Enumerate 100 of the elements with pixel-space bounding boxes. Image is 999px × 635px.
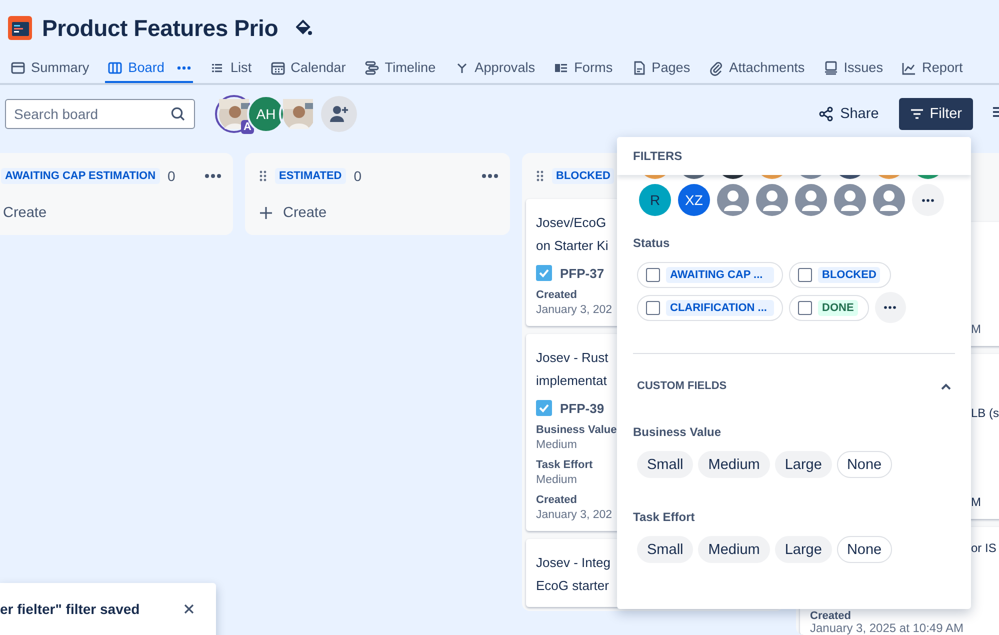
tab[interactable]: Calendar	[268, 54, 348, 83]
person-icon[interactable]	[873, 184, 905, 216]
option-chip[interactable]: Large	[774, 536, 832, 563]
share-icon	[818, 106, 834, 122]
change-icon-button[interactable]	[296, 19, 312, 37]
issue-title: Josev/EcoG on Starter Ki	[536, 214, 608, 255]
tab-icon	[364, 60, 380, 76]
field-label: Business Value	[632, 424, 722, 439]
tab-icon	[107, 60, 124, 76]
tab[interactable]: Report	[899, 54, 965, 83]
add-person-icon	[329, 105, 349, 123]
option-chip[interactable]: Medium	[698, 536, 770, 563]
section-label: Status	[632, 235, 671, 252]
more-icon	[177, 66, 192, 70]
issue-title: or IS	[971, 541, 996, 555]
issue-title: Josev - Integ EcoG starter	[536, 554, 610, 595]
tab[interactable]: List	[207, 54, 254, 83]
status-lozenge: AWAITING CAP ESTIMATION	[1, 168, 160, 184]
toast-title: er fielter" filter saved	[0, 601, 141, 617]
option-chip[interactable]: Medium	[698, 451, 770, 478]
checkbox[interactable]	[798, 301, 812, 315]
more-icon	[884, 306, 896, 309]
status-filter-chip[interactable]: CLARIFICATION ...	[637, 295, 783, 321]
more-button[interactable]	[177, 66, 192, 70]
field-label: Task Effort	[632, 509, 696, 524]
task-icon	[536, 265, 552, 281]
field-value: January 3, 202	[536, 304, 612, 316]
tab-icon	[708, 60, 724, 76]
tab[interactable]: Issues	[820, 54, 886, 83]
panel-title: FILTERS	[633, 149, 682, 163]
field-label: Created	[536, 494, 577, 506]
issue-title: M	[971, 495, 981, 509]
avatar[interactable]: R	[639, 184, 671, 216]
checkbox[interactable]	[646, 301, 660, 315]
more-statuses-button[interactable]	[874, 292, 906, 323]
tab-icon	[10, 60, 26, 76]
field-label: Task Effort	[536, 459, 593, 471]
person-icon[interactable]	[756, 184, 788, 216]
more-icon	[922, 198, 934, 202]
paint-bucket-icon	[296, 19, 312, 37]
column-actions-button[interactable]	[482, 174, 498, 178]
plus-icon	[259, 206, 273, 220]
field-label: Created	[536, 289, 577, 301]
create-button[interactable]: Create	[245, 199, 341, 235]
field-value: Medium	[536, 474, 577, 486]
collapse-button[interactable]	[941, 382, 951, 390]
status-filter-chip[interactable]: BLOCKED	[789, 262, 892, 288]
project-title: Product Features Prio	[42, 14, 278, 42]
issue-count: 0	[168, 168, 176, 184]
create-button[interactable]: Create	[0, 199, 61, 235]
option-chip[interactable]: Large	[774, 451, 832, 478]
tab[interactable]: Forms	[551, 54, 615, 83]
field-value: M	[971, 322, 981, 336]
chevron-up-icon	[941, 382, 951, 390]
field-value: January 3, 202	[536, 509, 612, 521]
person-icon[interactable]	[795, 184, 827, 216]
more-icon	[205, 174, 221, 178]
filter-button[interactable]: Filter	[898, 98, 973, 130]
close-button[interactable]	[182, 602, 196, 616]
checkbox[interactable]	[646, 268, 660, 282]
tab-icon	[270, 60, 286, 76]
tab-icon	[822, 60, 839, 76]
avatar[interactable]: XZ	[678, 184, 710, 216]
field-label: Business Value	[536, 424, 617, 436]
issue-key: PFP-39	[560, 400, 604, 416]
option-chip[interactable]: Small	[637, 536, 694, 563]
status-lozenge: ESTIMATED	[275, 168, 346, 184]
issue-title: Josev - Rust implementat	[536, 349, 608, 390]
status-filter-chip[interactable]: DONE	[789, 295, 869, 321]
section-title: CUSTOM FIELDS	[637, 380, 728, 392]
more-people-button[interactable]	[912, 184, 944, 216]
issue-count: 0	[354, 168, 362, 184]
column-actions-button[interactable]	[205, 174, 221, 178]
person-icon[interactable]	[834, 184, 866, 216]
issue-title: LB (s	[971, 406, 999, 420]
person-icon[interactable]	[717, 184, 749, 216]
tab[interactable]: Pages	[628, 54, 692, 83]
issue-key: PFP-37	[560, 266, 604, 280]
checkbox[interactable]	[798, 268, 812, 282]
add-people-button[interactable]	[321, 96, 357, 132]
project-logo-icon	[8, 15, 32, 41]
tab[interactable]: Approvals	[452, 54, 538, 83]
option-chip[interactable]: None	[836, 536, 892, 563]
more-icon	[482, 174, 498, 178]
field-label: Created	[810, 610, 851, 622]
status-lozenge: BLOCKED	[552, 168, 614, 184]
field-value: January 3, 2025 at 10:49 AM	[810, 622, 964, 635]
search-field[interactable]: Search board	[5, 99, 195, 129]
filter-icon	[910, 108, 924, 120]
option-chip[interactable]: None	[836, 451, 892, 478]
field-value: Medium	[536, 439, 577, 451]
tab[interactable]: Attachments	[706, 54, 807, 83]
close-icon	[184, 604, 194, 614]
share-button[interactable]: Share	[812, 102, 885, 126]
status-filter-chip[interactable]: AWAITING CAP ...	[637, 262, 783, 288]
tab[interactable]: Timeline	[362, 54, 438, 83]
menu-icon	[993, 106, 999, 118]
tab[interactable]: Summary	[8, 54, 92, 83]
option-chip[interactable]: Small	[637, 451, 694, 478]
tab[interactable]: Board	[105, 54, 194, 83]
